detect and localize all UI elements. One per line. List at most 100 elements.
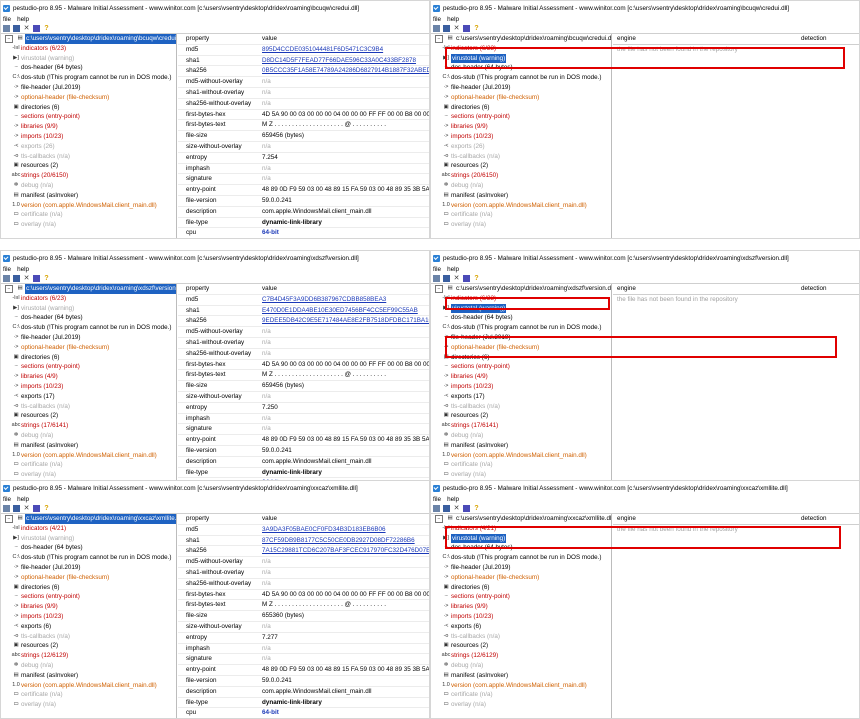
tree-item[interactable]: ·> libraries (4/9) [431, 372, 611, 382]
tree-item[interactable]: ·> optional-header (file-checksum) [1, 93, 176, 103]
tree-item[interactable]: ✲ debug (n/a) [431, 661, 611, 671]
tree-item[interactable]: ▤ manifest (asInvoker) [431, 191, 611, 201]
tree-item[interactable]: C:\ dos-stub (!This program cannot be run… [431, 323, 611, 333]
property-row[interactable]: sha1-without-overlay n/a [178, 568, 429, 579]
tree-item[interactable]: C:\ dos-stub (!This program cannot be run… [431, 553, 611, 563]
tree-item[interactable]: 1.0 version (com.apple.WindowsMail.client… [431, 201, 611, 211]
help-icon[interactable]: ? [43, 275, 50, 282]
tree-item[interactable]: -o tls-callbacks (n/a) [1, 402, 176, 412]
tree-item[interactable]: ▣ resources (2) [1, 411, 176, 421]
property-row[interactable]: signature n/a [178, 654, 429, 666]
tree-item[interactable]: C:\ dos-stub (!This program cannot be run… [1, 73, 176, 83]
close-icon[interactable]: ✕ [23, 505, 30, 512]
property-row[interactable]: sha1 D8DC14D5F7FEAD77F66DAE596C33A0C433BF… [178, 56, 429, 67]
menu-help[interactable]: help [447, 266, 459, 273]
property-row[interactable]: file-type dynamic-link-library [178, 698, 429, 709]
tree-root[interactable]: − ▤ c:\users\vsentry\desktop\dridex\roam… [1, 34, 176, 44]
save-icon[interactable] [13, 275, 20, 282]
tree-item[interactable]: 1.0 version (com.apple.WindowsMail.client… [1, 681, 176, 691]
property-row[interactable]: size-without-overlay n/a [178, 142, 429, 153]
collapse-icon[interactable]: − [435, 284, 443, 293]
property-row[interactable]: sha256 0B5CCC35F1A58E74789A24286D6827914B… [178, 66, 429, 78]
tree-item[interactable]: ▣ resources (2) [1, 641, 176, 651]
collapse-icon[interactable]: − [5, 34, 13, 43]
menu-file[interactable]: file [3, 266, 11, 273]
tree-item[interactable]: ·> optional-header (file-checksum) [431, 93, 611, 103]
tree-item[interactable]: ·> file-header (Jul.2019) [1, 563, 176, 573]
tree-item[interactable]: ✲ debug (n/a) [1, 431, 176, 441]
tree-item[interactable]: ·> imports (10/23) [1, 132, 176, 142]
property-row[interactable]: description com.apple.WindowsMail.client_… [178, 207, 429, 218]
property-row[interactable]: sha1-without-overlay n/a [178, 88, 429, 99]
tree-item[interactable]: ▣ resources (2) [1, 161, 176, 171]
menu-help[interactable]: help [447, 16, 459, 23]
property-row[interactable]: md5-without-overlay n/a [178, 77, 429, 88]
tree-item[interactable]: ·> imports (10/23) [431, 132, 611, 142]
value-column-header[interactable]: value [262, 514, 429, 524]
property-row[interactable]: file-size 659456 (bytes) [178, 381, 429, 392]
tree-item[interactable]: C:\ dos-stub (!This program cannot be run… [1, 553, 176, 563]
collapse-icon[interactable]: − [5, 514, 13, 523]
property-value[interactable]: 7A15C29881TCD6C207BAF3FCEC917970FC32D476… [262, 546, 429, 556]
tree-item[interactable]: ·< exports (26) [1, 142, 176, 152]
tree-item[interactable]: 1.0 version (com.apple.WindowsMail.client… [431, 451, 611, 461]
property-row[interactable]: md5-without-overlay n/a [178, 557, 429, 568]
property-row[interactable]: entropy 7.250 [178, 403, 429, 414]
open-folder-icon[interactable] [433, 25, 440, 32]
tree-root[interactable]: − ▤ c:\users\vsentry\desktop\dridex\roam… [431, 514, 611, 524]
menu-help[interactable]: help [17, 496, 29, 503]
tree-item[interactable]: ·> libraries (4/9) [1, 372, 176, 382]
open-folder-icon[interactable] [3, 275, 10, 282]
tree-item[interactable]: C:\ dos-stub (!This program cannot be run… [431, 73, 611, 83]
tree-item[interactable]: ▭ overlay (n/a) [431, 700, 611, 710]
property-row[interactable]: file-size 655360 (bytes) [178, 611, 429, 622]
property-row[interactable]: signature n/a [178, 174, 429, 186]
tree-item[interactable]: ·- sections (entry-point) [1, 112, 176, 122]
value-column-header[interactable]: value [262, 284, 429, 294]
tree-item[interactable]: -lııl indicators (4/21) [1, 524, 176, 534]
property-row[interactable]: file-type dynamic-link-library [178, 218, 429, 229]
tree-item[interactable]: 1.0 version (com.apple.WindowsMail.client… [1, 201, 176, 211]
tree-item[interactable]: ·< exports (26) [431, 142, 611, 152]
property-value[interactable]: C7B4D45F3A9DD6B387967CDBB858BEA3 [262, 295, 429, 305]
tree-item[interactable]: ▣ directories (6) [431, 583, 611, 593]
property-row[interactable]: description com.apple.WindowsMail.client_… [178, 457, 429, 468]
engine-column-header[interactable]: engine [613, 284, 801, 294]
open-folder-icon[interactable] [3, 25, 10, 32]
property-row[interactable]: file-version 59.0.0.241 [178, 446, 429, 457]
close-icon[interactable]: ✕ [23, 275, 30, 282]
tree-item[interactable]: ·< exports (17) [1, 392, 176, 402]
export-icon[interactable] [463, 25, 470, 32]
tree-item[interactable]: ·< exports (17) [431, 392, 611, 402]
close-icon[interactable]: ✕ [453, 25, 460, 32]
property-value[interactable]: 9EDEE5DB42C9E5E717484AE8E2FB7518DFDBC171… [262, 316, 429, 326]
collapse-icon[interactable]: − [435, 34, 443, 43]
tree-item[interactable]: ▭ overlay (n/a) [1, 220, 176, 230]
tree-item[interactable]: ▶] virustotal (warning) [1, 534, 176, 544]
tree-item[interactable]: ▣ directories (6) [1, 353, 176, 363]
tree-item[interactable]: ·- sections (entry-point) [1, 592, 176, 602]
save-icon[interactable] [443, 25, 450, 32]
tree-item[interactable]: abc strings (20/6150) [431, 171, 611, 181]
property-row[interactable]: size-without-overlay n/a [178, 392, 429, 403]
help-icon[interactable]: ? [43, 25, 50, 32]
tree-item[interactable]: ·> file-header (Jul.2019) [1, 83, 176, 93]
tree-item[interactable]: ▣ resources (2) [431, 161, 611, 171]
tree-item[interactable]: ·> libraries (9/9) [431, 122, 611, 132]
property-row[interactable]: cpu 64-bit [178, 708, 429, 718]
tree-item[interactable]: ·- dos-header (64 bytes) [1, 313, 176, 323]
tree-item[interactable]: ·- dos-header (64 bytes) [1, 63, 176, 73]
help-icon[interactable]: ? [473, 275, 480, 282]
close-icon[interactable]: ✕ [23, 25, 30, 32]
tree-item[interactable]: abc strings (20/6150) [1, 171, 176, 181]
tree-item[interactable]: ✲ debug (n/a) [1, 181, 176, 191]
property-row[interactable]: signature n/a [178, 424, 429, 436]
property-row[interactable]: entropy 7.277 [178, 633, 429, 644]
tree-item[interactable]: ·- sections (entry-point) [1, 362, 176, 372]
tree-item[interactable]: ▣ directories (6) [1, 583, 176, 593]
property-row[interactable]: cpu 64-bit [178, 228, 429, 238]
property-row[interactable]: md5 C7B4D45F3A9DD6B387967CDBB858BEA3 [178, 295, 429, 306]
tree-item[interactable]: -lııl indicators (6/23) [1, 294, 176, 304]
tree-item[interactable]: ▭ certificate (n/a) [1, 460, 176, 470]
close-icon[interactable]: ✕ [453, 505, 460, 512]
